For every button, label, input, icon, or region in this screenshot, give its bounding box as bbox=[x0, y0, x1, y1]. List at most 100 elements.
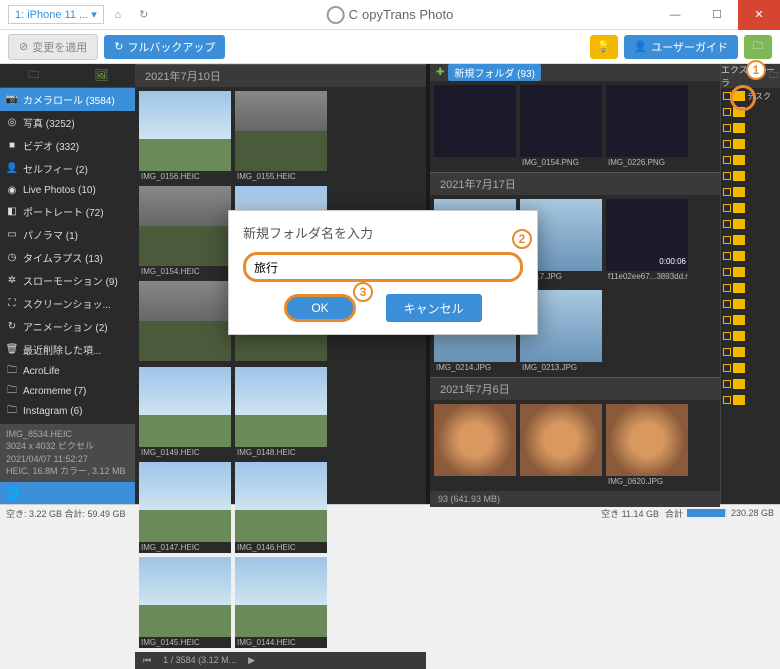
nav-next-icon[interactable]: ▶ bbox=[248, 655, 255, 666]
sidebar-item[interactable]: 🗀AcroLife bbox=[0, 361, 135, 381]
expand-icon[interactable] bbox=[723, 108, 731, 116]
thumbnail[interactable]: IMG_0154.HEIC bbox=[139, 186, 231, 277]
thumbnail[interactable]: IMG_0148.HEIC bbox=[235, 367, 327, 458]
thumbnail-image bbox=[434, 404, 516, 476]
explorer-item[interactable] bbox=[721, 328, 780, 344]
expand-icon[interactable] bbox=[723, 284, 731, 292]
expand-icon[interactable] bbox=[723, 140, 731, 148]
expand-icon[interactable] bbox=[723, 124, 731, 132]
sidebar-item[interactable]: ▭パノラマ (1) bbox=[0, 223, 135, 246]
thumbnail[interactable]: IMG_0155.HEIC bbox=[235, 91, 327, 182]
explorer-item[interactable] bbox=[721, 376, 780, 392]
refresh-icon[interactable]: ↻ bbox=[132, 3, 156, 27]
thumbnail[interactable] bbox=[434, 85, 516, 168]
explorer-item[interactable] bbox=[721, 152, 780, 168]
home-icon[interactable]: ⌂ bbox=[106, 3, 130, 27]
close-button[interactable]: ✕ bbox=[738, 0, 780, 30]
expand-icon[interactable] bbox=[723, 220, 731, 228]
thumbnail[interactable]: IMG_0620.JPG bbox=[606, 404, 688, 487]
explorer-item[interactable] bbox=[721, 344, 780, 360]
right-header: ✚ 新規フォルダ (93) bbox=[430, 64, 720, 81]
explorer-item[interactable] bbox=[721, 312, 780, 328]
explorer-item[interactable] bbox=[721, 136, 780, 152]
explorer-item[interactable] bbox=[721, 216, 780, 232]
sidebar-item[interactable]: ◧ポートレート (72) bbox=[0, 200, 135, 223]
new-folder-tag[interactable]: 新規フォルダ (93) bbox=[448, 64, 541, 81]
explorer-item[interactable] bbox=[721, 200, 780, 216]
folder-name-input[interactable] bbox=[243, 252, 523, 282]
sidebar-item[interactable]: ⛶スクリーンショッ... bbox=[0, 292, 135, 315]
album-icon: 🗀 bbox=[6, 405, 18, 417]
thumbnail-image bbox=[139, 91, 231, 171]
web-icon[interactable]: 🌐 bbox=[6, 487, 20, 500]
folder-icon bbox=[733, 347, 745, 357]
sidebar-item[interactable]: 👤セルフィー (2) bbox=[0, 157, 135, 180]
sidebar-item[interactable]: ◷タイムラプス (13) bbox=[0, 246, 135, 269]
expand-icon[interactable] bbox=[723, 380, 731, 388]
sidebar-item[interactable]: ◎写真 (3252) bbox=[0, 111, 135, 134]
sidebar-item[interactable]: ◉Live Photos (10) bbox=[0, 180, 135, 200]
explorer-item[interactable] bbox=[721, 184, 780, 200]
expand-icon[interactable] bbox=[723, 332, 731, 340]
expand-icon[interactable] bbox=[723, 268, 731, 276]
thumbnail[interactable]: IMG_0156.HEIC bbox=[139, 91, 231, 182]
thumbnail[interactable] bbox=[520, 404, 602, 487]
explorer-panel: エクスプローラ🗀 デスク bbox=[720, 64, 780, 504]
expand-icon[interactable] bbox=[723, 300, 731, 308]
app-logo-icon bbox=[327, 6, 345, 24]
sidebar-item[interactable]: ↻アニメーション (2) bbox=[0, 315, 135, 338]
explorer-item[interactable] bbox=[721, 360, 780, 376]
ok-button[interactable]: OK bbox=[284, 294, 355, 322]
explorer-item[interactable] bbox=[721, 232, 780, 248]
sidebar-tab-albums[interactable]: 🗀 bbox=[0, 64, 68, 87]
thumbnail[interactable]: IMG_0144.HEIC bbox=[235, 557, 327, 648]
explorer-item[interactable] bbox=[721, 120, 780, 136]
sidebar-item[interactable]: ■ビデオ (332) bbox=[0, 134, 135, 157]
expand-icon[interactable] bbox=[723, 348, 731, 356]
cancel-button[interactable]: キャンセル bbox=[386, 294, 482, 322]
thumbnail[interactable] bbox=[139, 281, 231, 363]
maximize-button[interactable]: ☐ bbox=[696, 0, 738, 30]
thumbnail[interactable]: IMG_0226.PNG bbox=[606, 85, 688, 168]
thumbnail[interactable]: IMG_0146.HEIC bbox=[235, 462, 327, 553]
explorer-item[interactable] bbox=[721, 248, 780, 264]
sidebar-item[interactable]: 📷カメラロール (3584) bbox=[0, 88, 135, 111]
full-backup-button[interactable]: ↻フルバックアップ bbox=[104, 35, 225, 59]
expand-icon[interactable] bbox=[723, 156, 731, 164]
thumbnail[interactable]: IMG_0149.HEIC bbox=[139, 367, 231, 458]
thumbnail[interactable]: IMG_0147.HEIC bbox=[139, 462, 231, 553]
sidebar-item[interactable]: ✲スローモーション (9) bbox=[0, 269, 135, 292]
explorer-item[interactable] bbox=[721, 392, 780, 408]
explorer-item[interactable] bbox=[721, 280, 780, 296]
thumbnail[interactable]: 0:00:06f11e02ee67...3893dd.mo bbox=[606, 199, 688, 282]
sidebar-tab-photos[interactable]: 🖼 bbox=[68, 64, 136, 87]
minimize-button[interactable]: — bbox=[654, 0, 696, 30]
sidebar-item[interactable]: 🗀Acromeme (7) bbox=[0, 381, 135, 401]
user-guide-button[interactable]: 👤ユーザーガイド bbox=[624, 35, 738, 59]
sidebar-item[interactable]: 🗑最近削除した項... bbox=[0, 338, 135, 361]
nav-first-icon[interactable]: ⏮ bbox=[143, 655, 151, 666]
expand-icon[interactable] bbox=[723, 204, 731, 212]
expand-icon[interactable] bbox=[723, 252, 731, 260]
expand-icon[interactable] bbox=[723, 364, 731, 372]
thumbnail[interactable] bbox=[434, 404, 516, 487]
device-selector[interactable]: 1: iPhone 11 ...▾ bbox=[8, 5, 104, 24]
expand-icon[interactable] bbox=[723, 236, 731, 244]
thumbnail[interactable]: IMG_0145.HEIC bbox=[139, 557, 231, 648]
plus-icon[interactable]: ✚ bbox=[436, 67, 444, 78]
folder-open-icon[interactable]: 🗀 bbox=[769, 68, 778, 84]
hint-button[interactable]: 💡 bbox=[590, 35, 618, 59]
apply-changes-button[interactable]: ⊘変更を適用 bbox=[8, 34, 98, 60]
expand-icon[interactable] bbox=[723, 188, 731, 196]
expand-icon[interactable] bbox=[723, 172, 731, 180]
explorer-item[interactable] bbox=[721, 168, 780, 184]
expand-icon[interactable] bbox=[723, 316, 731, 324]
explorer-item[interactable] bbox=[721, 264, 780, 280]
expand-icon[interactable] bbox=[723, 396, 731, 404]
explorer-item[interactable] bbox=[721, 296, 780, 312]
sidebar-item[interactable]: 🗀Instagram (6) bbox=[0, 401, 135, 421]
folder-button[interactable]: 🗀 bbox=[744, 35, 772, 59]
thumbnail-label: IMG_0213.JPG bbox=[520, 362, 602, 373]
thumbnail[interactable]: IMG_0154.PNG bbox=[520, 85, 602, 168]
thumbnail-label: IMG_0214.JPG bbox=[434, 362, 516, 373]
